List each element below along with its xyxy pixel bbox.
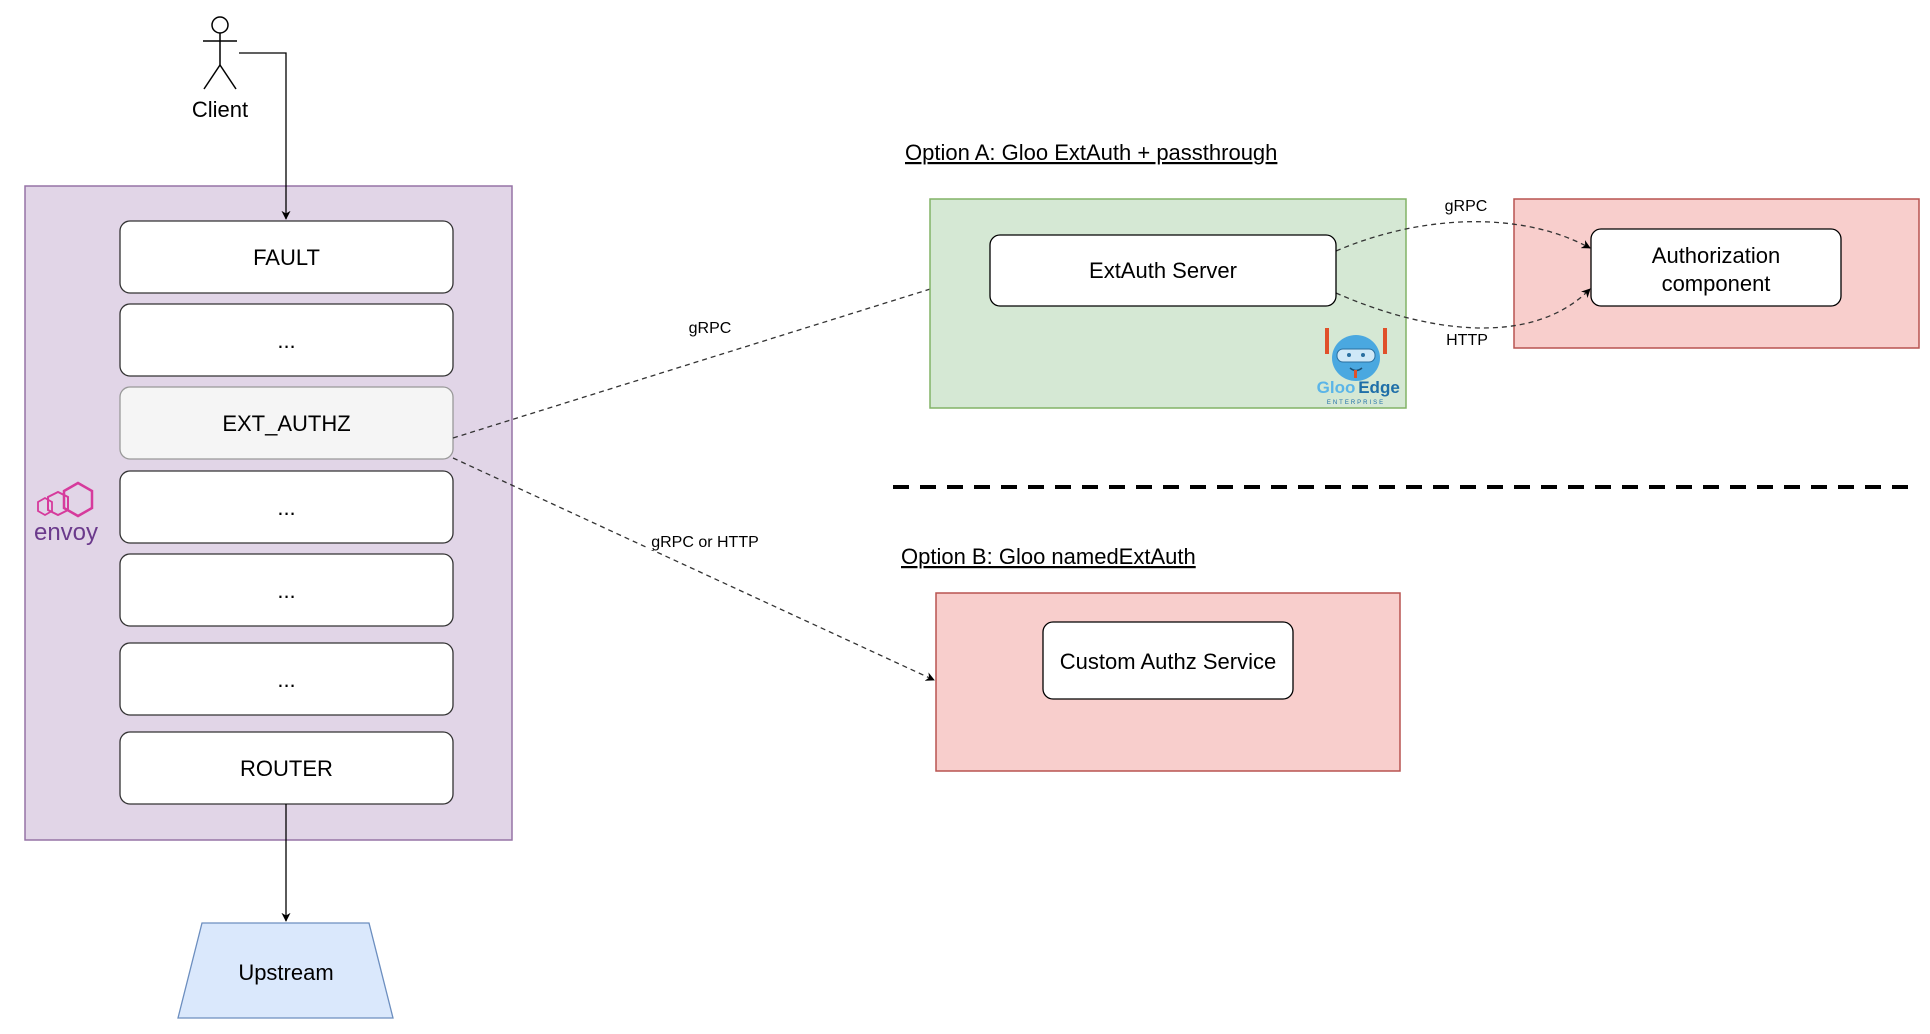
filter-label: FAULT	[253, 245, 320, 270]
authorization-component-node[interactable]: Authorization component	[1590, 228, 1842, 307]
upstream-label: Upstream	[238, 960, 333, 985]
architecture-diagram: Client envoy FAULT... EXT_AUTHZ......... R…	[24, 16, 1920, 1019]
extauthz-to-custom-authz-edge	[452, 457, 935, 681]
filter-label: EXT_AUTHZ	[222, 411, 350, 436]
authz-component-line1: Authorization	[1652, 243, 1780, 268]
extauthz-to-extauth-server-edge	[452, 269, 989, 439]
client-label: Client	[192, 97, 248, 122]
upstream-node[interactable]: Upstream	[177, 922, 394, 1019]
filter-label: ...	[277, 328, 295, 353]
custom-authz-service-label: Custom Authz Service	[1060, 649, 1276, 674]
filter-label: ROUTER	[240, 756, 333, 781]
filter-label: ...	[277, 578, 295, 603]
actor-icon	[203, 16, 237, 90]
edge-label-top-grpc: gRPC	[1445, 198, 1488, 215]
authz-component-line2: component	[1662, 271, 1771, 296]
edge-label-grpc-or-http: gRPC or HTTP	[651, 534, 759, 551]
custom-authz-service-node[interactable]: Custom Authz Service	[1042, 621, 1294, 700]
gloo-logo-brand: Gloo	[1317, 378, 1356, 397]
extauth-server-label: ExtAuth Server	[1089, 258, 1237, 283]
filter-label: ...	[277, 495, 295, 520]
edge-label-grpc: gRPC	[689, 320, 732, 337]
filter-box[interactable]: ROUTER	[119, 731, 454, 805]
filter-box[interactable]: FAULT	[119, 220, 454, 294]
gloo-logo-product: Edge	[1358, 378, 1400, 397]
client-actor: Client	[192, 16, 248, 122]
filter-box[interactable]: ...	[119, 303, 454, 377]
extauth-server-node[interactable]: ExtAuth Server	[989, 234, 1337, 307]
filter-box[interactable]: EXT_AUTHZ	[119, 386, 454, 460]
filter-box[interactable]: ...	[119, 470, 454, 544]
envoy-logo-text: envoy	[34, 519, 98, 546]
filter-label: ...	[277, 667, 295, 692]
edge-label-http: HTTP	[1446, 332, 1488, 349]
option-a-title: Option A: Gloo ExtAuth + passthrough	[905, 140, 1277, 165]
filter-box[interactable]: ...	[119, 553, 454, 627]
option-b-title: Option B: Gloo namedExtAuth	[901, 544, 1196, 569]
filter-box[interactable]: ...	[119, 642, 454, 716]
gloo-logo-edition: ENTERPRISE	[1327, 400, 1385, 406]
